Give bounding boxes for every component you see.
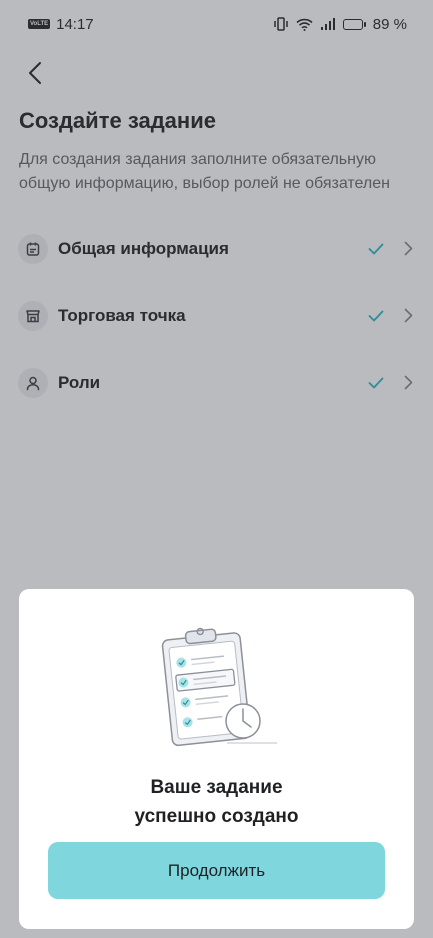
success-modal: Ваше задание успешно создано Продолжить — [19, 589, 414, 929]
check-icon — [368, 307, 386, 325]
signal-icon — [320, 18, 336, 30]
step-general-info[interactable]: Общая информация — [18, 226, 418, 271]
step-retail-point[interactable]: Торговая точка — [18, 293, 418, 338]
check-icon — [368, 240, 386, 258]
chevron-right-icon — [404, 374, 416, 392]
success-message: Ваше задание успешно создано — [19, 773, 414, 831]
calendar-icon — [18, 233, 48, 264]
back-button[interactable] — [18, 56, 52, 90]
status-right: 89 % — [273, 16, 407, 33]
chevron-right-icon — [404, 307, 416, 325]
chevron-left-icon — [29, 62, 41, 84]
battery-icon — [342, 18, 366, 30]
page-subtitle: Для создания задания заполните обязатель… — [19, 151, 390, 192]
status-bar: VoLTE 14:17 89 % — [0, 0, 433, 48]
vibrate-icon — [273, 17, 289, 31]
volte-badge: VoLTE — [28, 19, 51, 29]
check-icon — [368, 374, 386, 392]
step-label: Торговая точка — [58, 305, 186, 325]
status-left: VoLTE 14:17 — [28, 16, 94, 33]
battery-percent: 89 % — [372, 15, 407, 33]
step-label: Общая информация — [58, 238, 229, 258]
person-icon — [18, 367, 48, 398]
chevron-right-icon — [404, 240, 416, 258]
success-message-line2: успешно создано — [134, 806, 299, 827]
step-label: Роли — [58, 372, 101, 392]
store-icon — [18, 300, 48, 331]
wifi-icon — [296, 18, 313, 31]
success-message-line1: Ваше задание — [150, 777, 283, 798]
steps-list: Общая информация Торговая точка Роли — [18, 226, 418, 427]
clipboard-checklist-icon — [161, 627, 277, 747]
page-title: Создайте задание — [19, 108, 216, 133]
status-time: 14:17 — [56, 15, 94, 33]
step-roles[interactable]: Роли — [18, 360, 418, 405]
continue-button[interactable]: Продолжить — [48, 842, 385, 899]
